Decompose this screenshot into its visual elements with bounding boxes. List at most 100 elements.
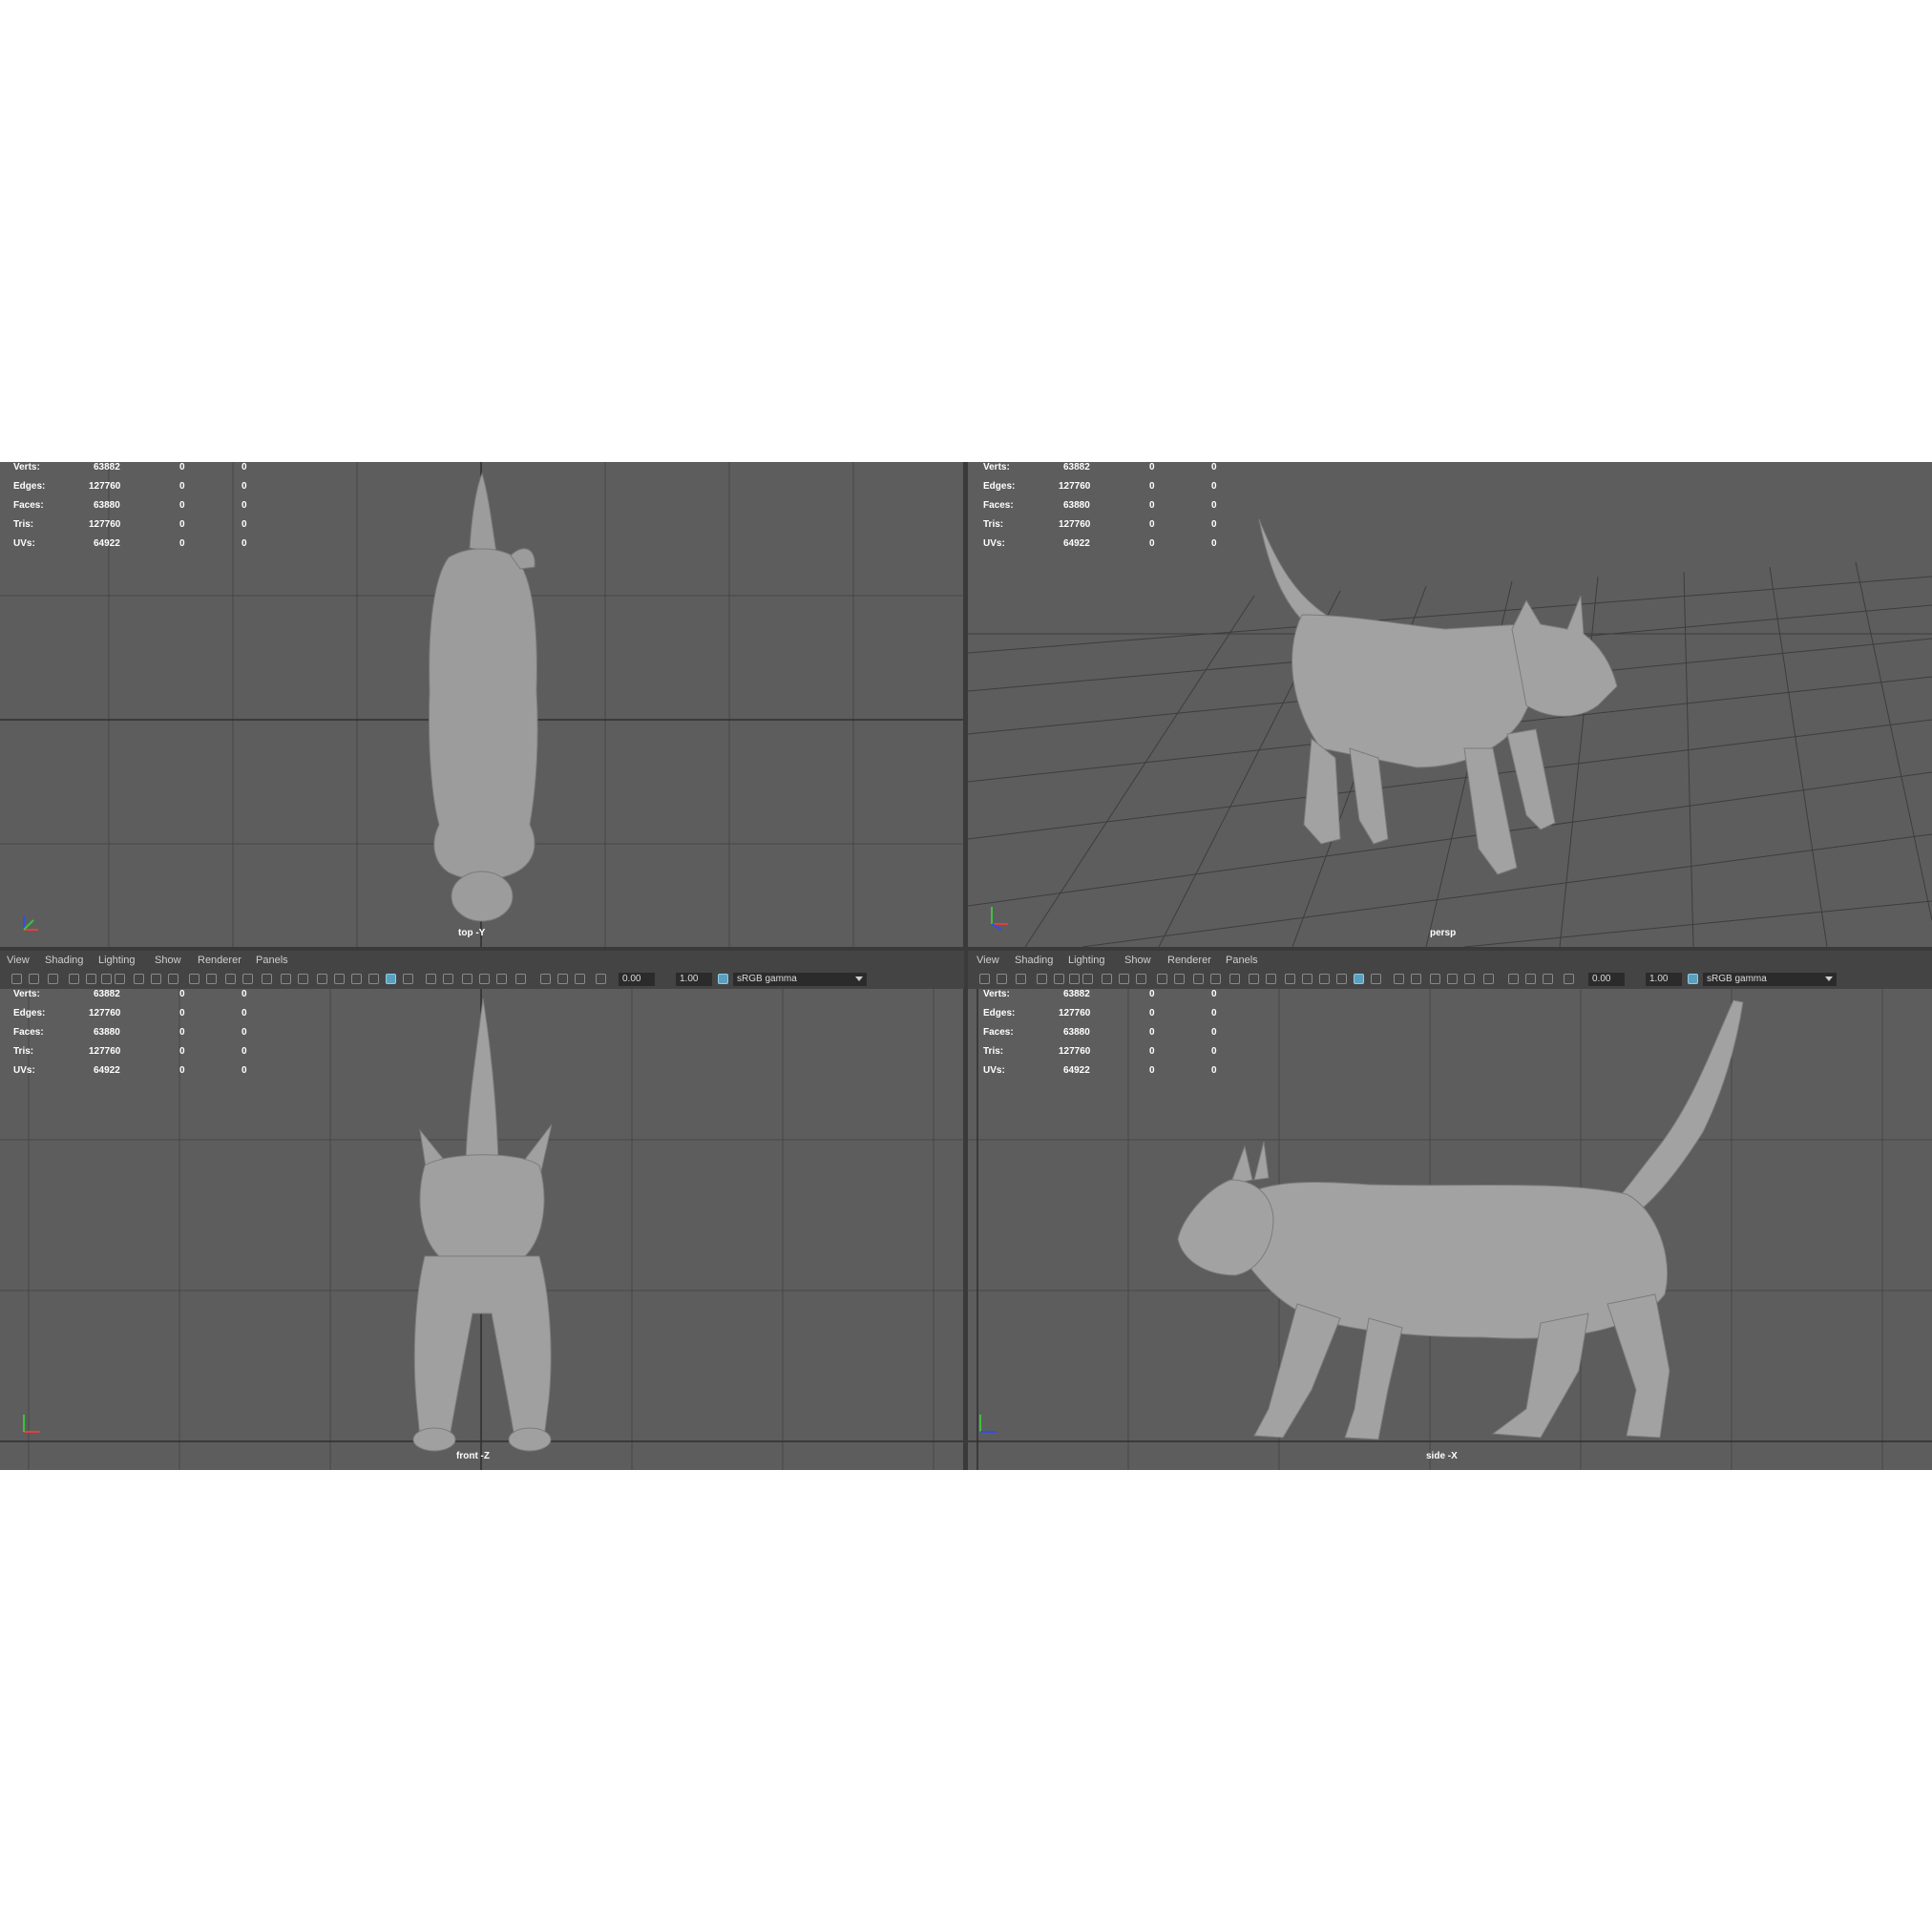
toolbar-tool-icon[interactable] bbox=[1336, 974, 1347, 984]
toolbar-tool-icon[interactable] bbox=[1508, 974, 1519, 984]
menu-shading[interactable]: Shading bbox=[45, 955, 83, 966]
toolbar-tool-icon[interactable] bbox=[368, 974, 379, 984]
menu-show[interactable]: Show bbox=[1124, 955, 1151, 966]
toolbar-tool-icon[interactable] bbox=[1430, 974, 1440, 984]
toolbar-tool-icon[interactable] bbox=[403, 974, 413, 984]
menu-lighting[interactable]: Lighting bbox=[98, 955, 136, 966]
toolbar-tool-icon[interactable] bbox=[48, 974, 58, 984]
toolbar-tool-icon[interactable] bbox=[189, 974, 200, 984]
panel-menu-bar-side: View Shading Lighting Show Renderer Pane… bbox=[968, 951, 1932, 970]
toolbar-tool-icon[interactable] bbox=[1483, 974, 1494, 984]
toolbar-tool-icon[interactable] bbox=[596, 974, 606, 984]
viewport-side[interactable]: Verts: 63882 0 0 Edges: 127760 0 0 Faces: 63880… bbox=[968, 989, 1932, 1470]
toolbar-tool-icon[interactable] bbox=[997, 974, 1007, 984]
toolbar-tool-icon[interactable] bbox=[334, 974, 345, 984]
menu-view[interactable]: View bbox=[976, 955, 999, 966]
toolbar-tool-icon[interactable] bbox=[540, 974, 551, 984]
toolbar-tool-icon[interactable] bbox=[1525, 974, 1536, 984]
toolbar-tool-icon[interactable] bbox=[1411, 974, 1421, 984]
exposure-field[interactable]: 0.00 bbox=[1588, 973, 1625, 986]
toolbar-tool-icon[interactable] bbox=[1054, 974, 1064, 984]
menu-show[interactable]: Show bbox=[155, 955, 181, 966]
toolbar-tool-icon[interactable] bbox=[134, 974, 144, 984]
toolbar-tool-icon[interactable] bbox=[1266, 974, 1276, 984]
toolbar-tool-icon[interactable] bbox=[1082, 974, 1093, 984]
toolbar-tool-icon[interactable] bbox=[1394, 974, 1404, 984]
toolbar-tool-icon[interactable] bbox=[206, 974, 217, 984]
toolbar-tool-icon[interactable] bbox=[1302, 974, 1312, 984]
toolbar-tool-icon[interactable] bbox=[281, 974, 291, 984]
toolbar-tool-icon[interactable] bbox=[101, 974, 112, 984]
panel-toolbar-front: 0.00 1.00 sRGB gamma bbox=[0, 970, 964, 989]
toolbar-tool-icon[interactable] bbox=[426, 974, 436, 984]
toolbar-tool-icon[interactable] bbox=[462, 974, 472, 984]
toolbar-tool-icon[interactable] bbox=[979, 974, 990, 984]
toolbar-tool-icon[interactable] bbox=[1564, 974, 1574, 984]
toolbar-tool-icon[interactable] bbox=[479, 974, 490, 984]
toolbar-tool-icon[interactable] bbox=[242, 974, 253, 984]
toolbar-tool-icon[interactable] bbox=[1285, 974, 1295, 984]
toolbar-tool-icon[interactable] bbox=[1210, 974, 1221, 984]
cat-model-side bbox=[1177, 999, 1744, 1440]
menu-lighting[interactable]: Lighting bbox=[1068, 955, 1105, 966]
toolbar-tool-icon[interactable] bbox=[225, 974, 236, 984]
menu-renderer[interactable]: Renderer bbox=[1167, 955, 1211, 966]
toolbar-tool-icon[interactable] bbox=[298, 974, 308, 984]
toolbar-tool-icon[interactable] bbox=[151, 974, 161, 984]
color-management-icon[interactable] bbox=[1688, 974, 1698, 984]
toolbar-tool-icon[interactable] bbox=[1102, 974, 1112, 984]
cat-model-persp bbox=[1258, 518, 1618, 875]
color-space-select[interactable]: sRGB gamma bbox=[1703, 973, 1837, 986]
menu-panels[interactable]: Panels bbox=[256, 955, 288, 966]
toolbar-tool-icon[interactable] bbox=[262, 974, 272, 984]
toolbar-tool-icon[interactable] bbox=[351, 974, 362, 984]
color-space-value: sRGB gamma bbox=[737, 974, 797, 984]
toolbar-tool-icon[interactable] bbox=[1229, 974, 1240, 984]
menu-view[interactable]: View bbox=[7, 955, 30, 966]
toolbar-tool-icon[interactable] bbox=[1016, 974, 1026, 984]
gamma-field[interactable]: 1.00 bbox=[1646, 973, 1682, 986]
toolbar-tool-icon[interactable] bbox=[168, 974, 178, 984]
viewport-top[interactable]: Verts: 63882 0 0 Edges: 127760 0 0 Faces: 63880… bbox=[0, 462, 963, 947]
gamma-field[interactable]: 1.00 bbox=[676, 973, 712, 986]
toolbar-tool-icon[interactable] bbox=[515, 974, 526, 984]
toolbar-tool-icon[interactable] bbox=[1319, 974, 1330, 984]
toolbar-tool-icon[interactable] bbox=[1193, 974, 1204, 984]
menu-shading[interactable]: Shading bbox=[1015, 955, 1053, 966]
toolbar-tool-icon[interactable] bbox=[496, 974, 507, 984]
toolbar-tool-icon[interactable] bbox=[86, 974, 96, 984]
toolbar-tool-icon[interactable] bbox=[386, 974, 396, 984]
toolbar-tool-icon[interactable] bbox=[1371, 974, 1381, 984]
toolbar-tool-icon[interactable] bbox=[575, 974, 585, 984]
toolbar-tool-icon[interactable] bbox=[1447, 974, 1458, 984]
toolbar-tool-icon[interactable] bbox=[1136, 974, 1146, 984]
toolbar-tool-icon[interactable] bbox=[115, 974, 125, 984]
menu-renderer[interactable]: Renderer bbox=[198, 955, 242, 966]
toolbar-tool-icon[interactable] bbox=[1174, 974, 1185, 984]
viewport-front[interactable]: Verts: 63882 0 0 Edges: 127760 0 0 Faces: 63880… bbox=[0, 989, 963, 1470]
toolbar-tool-icon[interactable] bbox=[557, 974, 568, 984]
toolbar-tool-icon[interactable] bbox=[1119, 974, 1129, 984]
toolbar-tool-icon[interactable] bbox=[1464, 974, 1475, 984]
camera-label-side: side -X bbox=[1426, 1451, 1458, 1461]
menu-panels[interactable]: Panels bbox=[1226, 955, 1258, 966]
toolbar-tool-icon[interactable] bbox=[317, 974, 327, 984]
toolbar-tool-icon[interactable] bbox=[11, 974, 22, 984]
toolbar-tool-icon[interactable] bbox=[1543, 974, 1553, 984]
color-management-icon[interactable] bbox=[718, 974, 728, 984]
toolbar-tool-icon[interactable] bbox=[1157, 974, 1167, 984]
axis-gizmo-icon bbox=[979, 1415, 997, 1433]
exposure-field[interactable]: 0.00 bbox=[619, 973, 655, 986]
toolbar-tool-icon[interactable] bbox=[69, 974, 79, 984]
toolbar-tool-icon[interactable] bbox=[1069, 974, 1080, 984]
maya-four-view-layout: Verts: 63882 0 0 Edges: 127760 0 0 Faces: 63880… bbox=[0, 462, 1932, 1470]
toolbar-tool-icon[interactable] bbox=[443, 974, 453, 984]
color-space-select[interactable]: sRGB gamma bbox=[733, 973, 867, 986]
viewport-persp[interactable]: Verts: 63882 0 0 Edges: 127760 0 0 Faces: 63880… bbox=[968, 462, 1932, 947]
toolbar-tool-icon[interactable] bbox=[1249, 974, 1259, 984]
toolbar-tool-icon[interactable] bbox=[1354, 974, 1364, 984]
chevron-down-icon bbox=[855, 976, 863, 981]
axis-gizmo-icon bbox=[991, 907, 1008, 931]
toolbar-tool-icon[interactable] bbox=[29, 974, 39, 984]
toolbar-tool-icon[interactable] bbox=[1037, 974, 1047, 984]
